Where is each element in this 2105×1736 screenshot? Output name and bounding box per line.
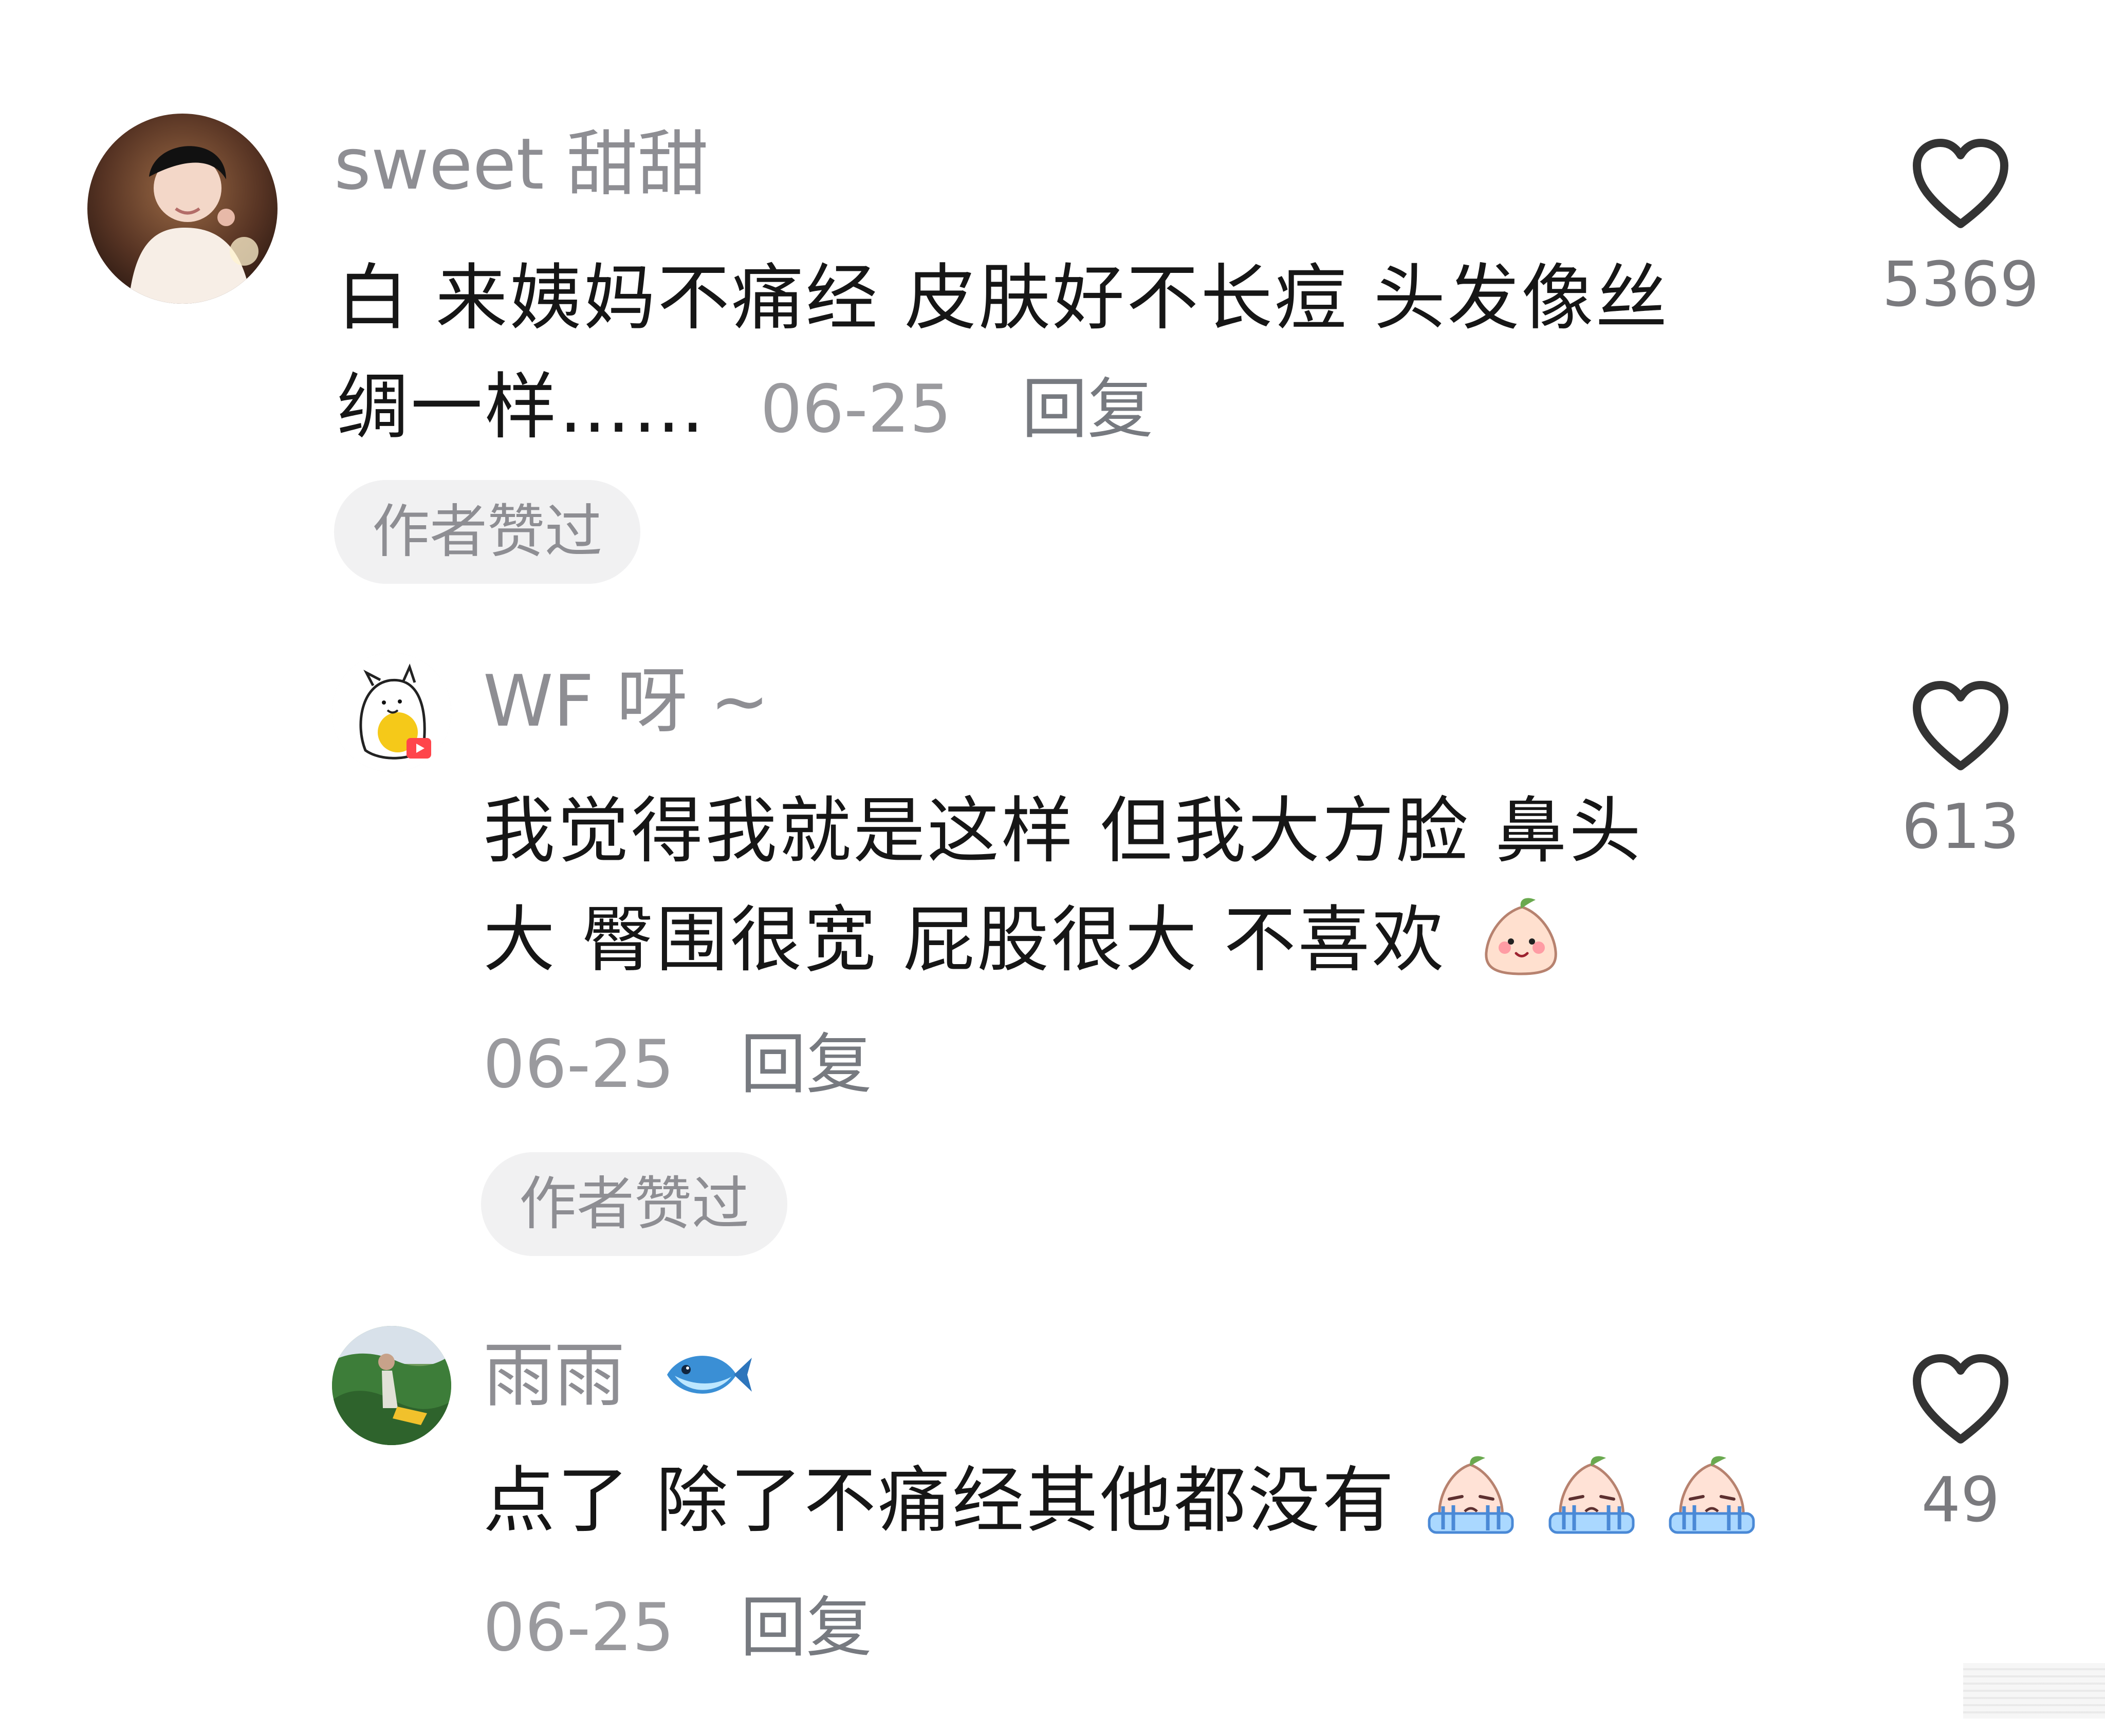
comment-text-content: 点了 除了不痛经其他都没有 bbox=[483, 1459, 1396, 1543]
username-text: sweet 甜甜 bbox=[334, 123, 709, 206]
username[interactable]: 雨雨 bbox=[483, 1332, 754, 1424]
comment-meta: 06-25 回复 bbox=[483, 1024, 872, 1106]
avatar[interactable] bbox=[332, 1326, 451, 1445]
like-button[interactable]: 5369 bbox=[1878, 139, 2043, 324]
author-liked-badge: 作者赞过 bbox=[334, 480, 640, 584]
like-count: 49 bbox=[1921, 1465, 2000, 1536]
username[interactable]: WF 呀 ~ bbox=[483, 658, 769, 745]
username-text: WF 呀 ~ bbox=[483, 660, 770, 743]
like-count: 5369 bbox=[1882, 249, 2039, 321]
outdoor-person-avatar bbox=[332, 1326, 451, 1445]
comment-text-line-2-content: 绸一样…… bbox=[337, 365, 707, 449]
smiling-peach-emoji bbox=[1475, 895, 1567, 1007]
avatar[interactable] bbox=[332, 653, 451, 772]
comment-text: 我觉得我就是这样 但我大方脸 鼻头 大 臀围很宽 屁股很大 不喜欢 bbox=[483, 777, 1819, 1007]
comment-meta: 06-25 回复 bbox=[483, 1587, 872, 1669]
reply-button[interactable]: 回复 bbox=[1022, 371, 1153, 448]
fish-emoji bbox=[657, 1337, 754, 1424]
comment-text-line-2-content: 大 臀围很宽 屁股很大 不喜欢 bbox=[483, 898, 1446, 982]
avatar[interactable] bbox=[87, 114, 278, 304]
like-count: 613 bbox=[1901, 791, 2020, 863]
heart-outline-icon bbox=[1913, 681, 2008, 770]
comment-text-line-1: 白 来姨妈不痛经 皮肤好不长痘 头发像丝 bbox=[337, 256, 1670, 340]
heart-outline-icon bbox=[1913, 1354, 2008, 1444]
username[interactable]: sweet 甜甜 bbox=[334, 121, 709, 208]
scroll-edge-indicator bbox=[1963, 1663, 2105, 1719]
reply-button[interactable]: 回复 bbox=[741, 1026, 872, 1103]
comment-text-line-2: 绸一样…… 06-25 回复 bbox=[337, 353, 1827, 464]
heart-outline-icon bbox=[1913, 139, 2008, 228]
comment-date: 06-25 bbox=[483, 1026, 674, 1103]
crying-peach-emoji bbox=[1546, 1452, 1637, 1568]
comment-text: 点了 除了不痛经其他都没有 bbox=[483, 1447, 1819, 1568]
portrait-photo-avatar bbox=[87, 114, 278, 304]
like-button[interactable]: 613 bbox=[1878, 681, 2043, 866]
reply-button[interactable]: 回复 bbox=[741, 1590, 872, 1666]
comment-text: 白 来姨妈不痛经 皮肤好不长痘 头发像丝 绸一样…… 06-25 回复 bbox=[337, 244, 1827, 464]
like-button[interactable]: 49 bbox=[1878, 1354, 2043, 1539]
username-text: 雨雨 bbox=[483, 1334, 625, 1417]
author-liked-badge: 作者赞过 bbox=[481, 1152, 787, 1256]
comment-text-line-2: 大 臀围很宽 屁股很大 不喜欢 bbox=[483, 886, 1819, 1007]
cartoon-cow-avatar bbox=[332, 653, 451, 772]
comment-date: 06-25 bbox=[760, 371, 952, 448]
comment-text-line-1: 我觉得我就是这样 但我大方脸 鼻头 bbox=[483, 789, 1644, 873]
crying-peach-emoji bbox=[1425, 1452, 1517, 1568]
crying-peach-emoji bbox=[1666, 1452, 1758, 1568]
comment-date: 06-25 bbox=[483, 1590, 674, 1666]
